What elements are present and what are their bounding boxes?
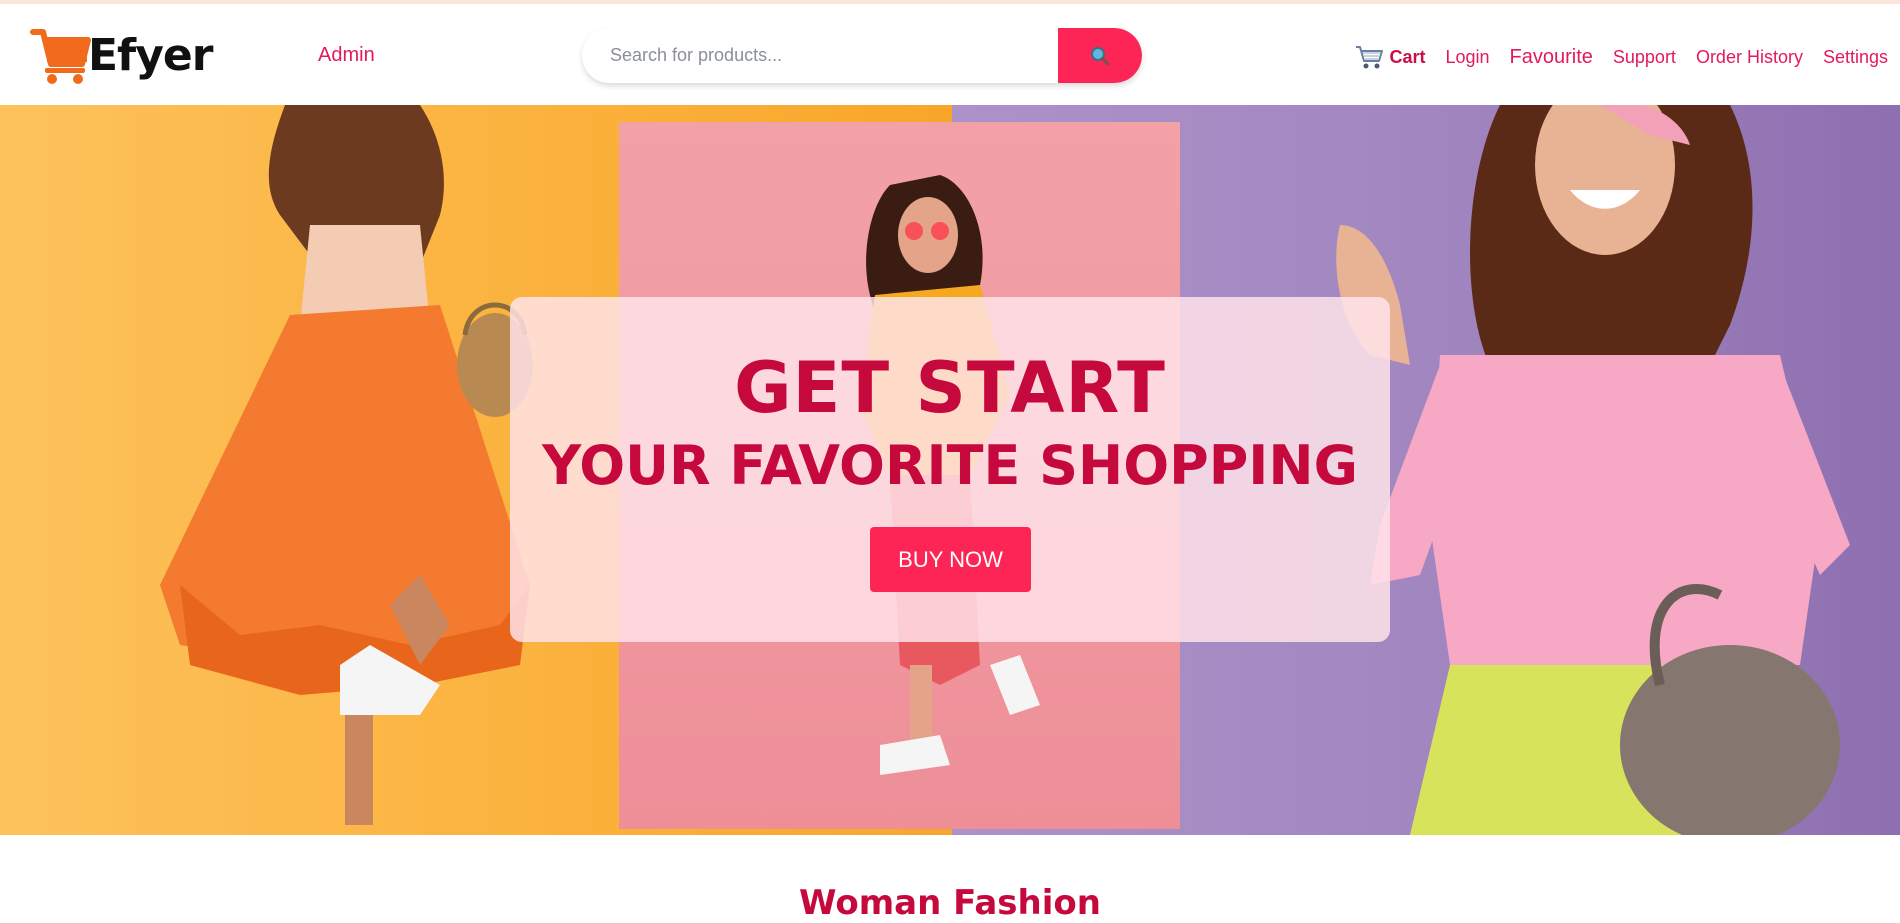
nav-cart[interactable]: Cart bbox=[1355, 44, 1425, 70]
search-button[interactable] bbox=[1058, 28, 1142, 83]
nav-settings[interactable]: Settings bbox=[1823, 47, 1888, 68]
nav-order-history[interactable]: Order History bbox=[1696, 47, 1803, 68]
hero-banner: GET START YOUR FAVORITE SHOPPING BUY NOW bbox=[0, 105, 1900, 835]
buy-now-button[interactable]: BUY NOW bbox=[870, 527, 1031, 592]
search-icon bbox=[1091, 46, 1110, 65]
search-input[interactable] bbox=[582, 28, 1058, 83]
section-title: Woman Fashion bbox=[799, 883, 1101, 923]
brand-name: Efyer bbox=[88, 29, 213, 81]
admin-link[interactable]: Admin bbox=[318, 44, 375, 67]
logo[interactable]: Efyer bbox=[30, 24, 213, 86]
hero-subheadline: YOUR FAVORITE SHOPPING bbox=[542, 434, 1358, 497]
cart-icon bbox=[1356, 46, 1384, 69]
site-header: Efyer Admin Cart Login Favourite Support… bbox=[0, 4, 1900, 105]
nav-support[interactable]: Support bbox=[1613, 47, 1676, 68]
nav-login[interactable]: Login bbox=[1445, 47, 1489, 68]
nav-favourite[interactable]: Favourite bbox=[1510, 46, 1593, 69]
hero-headline: GET START bbox=[734, 347, 1166, 429]
main-nav: Cart Login Favourite Support Order Histo… bbox=[1355, 44, 1888, 70]
model-left-image bbox=[160, 105, 533, 825]
shopping-cart-logo-icon bbox=[30, 29, 91, 84]
search-bar bbox=[582, 28, 1142, 83]
hero-overlay-card: GET START YOUR FAVORITE SHOPPING BUY NOW bbox=[510, 297, 1390, 642]
cart-label: Cart bbox=[1389, 46, 1426, 67]
